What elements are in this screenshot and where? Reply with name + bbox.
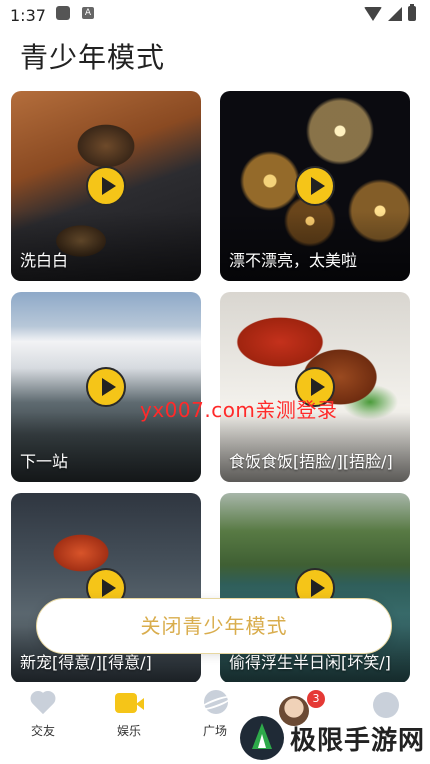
play-icon[interactable] — [295, 166, 335, 206]
video-camera-icon — [115, 690, 144, 716]
profile-icon[interactable] — [373, 692, 399, 718]
video-title: 洗白白 — [20, 251, 69, 270]
page-title: 青少年模式 — [20, 41, 166, 74]
notification-icon — [56, 6, 70, 20]
video-title: 漂不漂亮，太美啦 — [229, 251, 358, 270]
tab-friends[interactable]: 交友 — [13, 690, 73, 739]
video-card[interactable]: 食饭食饭[捂脸/][捂脸/] — [220, 292, 410, 482]
notification-badge: 3 — [307, 690, 325, 708]
video-card[interactable]: 偷得浮生半日闲[坏笑/] — [220, 493, 410, 683]
play-icon[interactable] — [86, 367, 126, 407]
video-card[interactable]: 洗白白 — [11, 91, 201, 281]
video-card[interactable]: 漂不漂亮，太美啦 — [220, 91, 410, 281]
wifi-icon — [364, 6, 382, 21]
tab-entertainment[interactable]: 娱乐 — [99, 690, 159, 739]
tab-plaza[interactable]: 广场 — [185, 690, 245, 739]
video-title: 食饭食饭[捂脸/][捂脸/] — [229, 452, 393, 471]
watermark-text: yx007.com亲测登录 — [140, 398, 338, 422]
video-title: 下一站 — [20, 452, 69, 471]
status-bar: 1:37 A — [0, 0, 430, 30]
planet-icon — [198, 690, 234, 716]
close-teen-mode-button[interactable]: 关闭青少年模式 — [36, 598, 392, 654]
heart-icon — [29, 690, 57, 716]
status-indicators — [364, 4, 416, 21]
battery-icon — [408, 4, 416, 21]
tab-label: 广场 — [202, 724, 227, 738]
brand-logo-text: 极限手游网 — [290, 726, 426, 756]
status-time: 1:37 — [10, 6, 46, 25]
app-notification-icon: A — [82, 7, 94, 19]
video-card[interactable]: 下一站 — [11, 292, 201, 482]
play-icon[interactable] — [86, 166, 126, 206]
tab-label: 娱乐 — [116, 724, 141, 738]
signal-icon — [388, 6, 402, 21]
brand-logo-icon — [240, 716, 284, 760]
video-card[interactable]: 新宠[得意/][得意/] — [11, 493, 201, 683]
tab-label: 交友 — [30, 724, 55, 738]
